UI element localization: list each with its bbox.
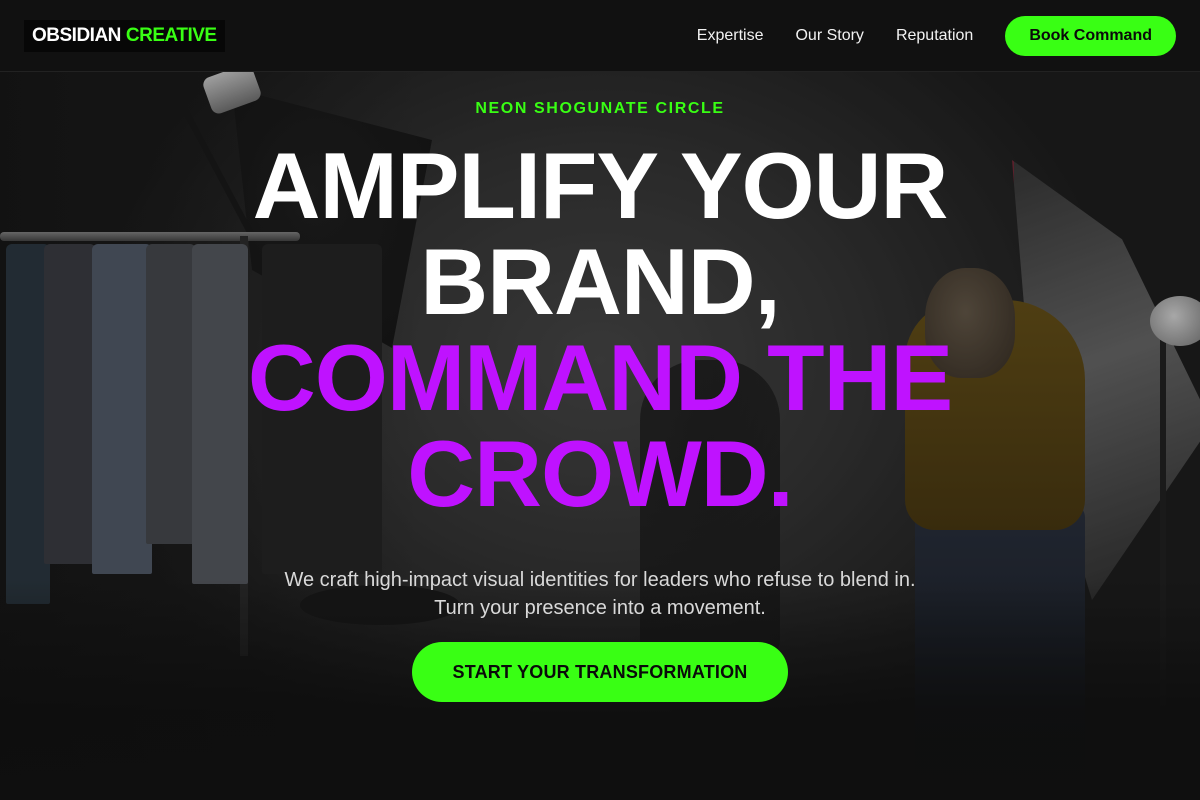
nav-link-our-story[interactable]: Our Story	[795, 27, 863, 45]
nav-link-expertise[interactable]: Expertise	[697, 27, 764, 45]
hero-eyebrow: NEON SHOGUNATE CIRCLE	[475, 100, 725, 117]
main-nav: Expertise Our Story Reputation Book Comm…	[697, 16, 1176, 56]
headline-line: BRAND,	[420, 229, 781, 334]
logo[interactable]: OBSIDIAN CREATIVE	[24, 20, 225, 52]
book-command-button[interactable]: Book Command	[1005, 16, 1176, 56]
headline-line: AMPLIFY YOUR	[252, 133, 949, 238]
landing-page: OBSIDIAN CREATIVE Expertise Our Story Re…	[0, 0, 1200, 800]
headline-line-accent: CROWD.	[407, 421, 794, 526]
site-header: OBSIDIAN CREATIVE Expertise Our Story Re…	[0, 0, 1200, 72]
start-transformation-button[interactable]: START YOUR TRANSFORMATION	[412, 642, 788, 702]
hero-headline: AMPLIFY YOUR BRAND, COMMAND THE CROWD.	[0, 138, 1200, 522]
headline-line-accent: COMMAND THE	[247, 325, 953, 430]
logo-accent-text: CREATIVE	[125, 25, 217, 46]
nav-link-reputation[interactable]: Reputation	[896, 27, 973, 45]
hero-subtext: We craft high-impact visual identities f…	[284, 569, 916, 619]
logo-primary-text: OBSIDIAN	[32, 25, 121, 46]
hero-section: NEON SHOGUNATE CIRCLE AMPLIFY YOUR BRAND…	[0, 72, 1200, 800]
